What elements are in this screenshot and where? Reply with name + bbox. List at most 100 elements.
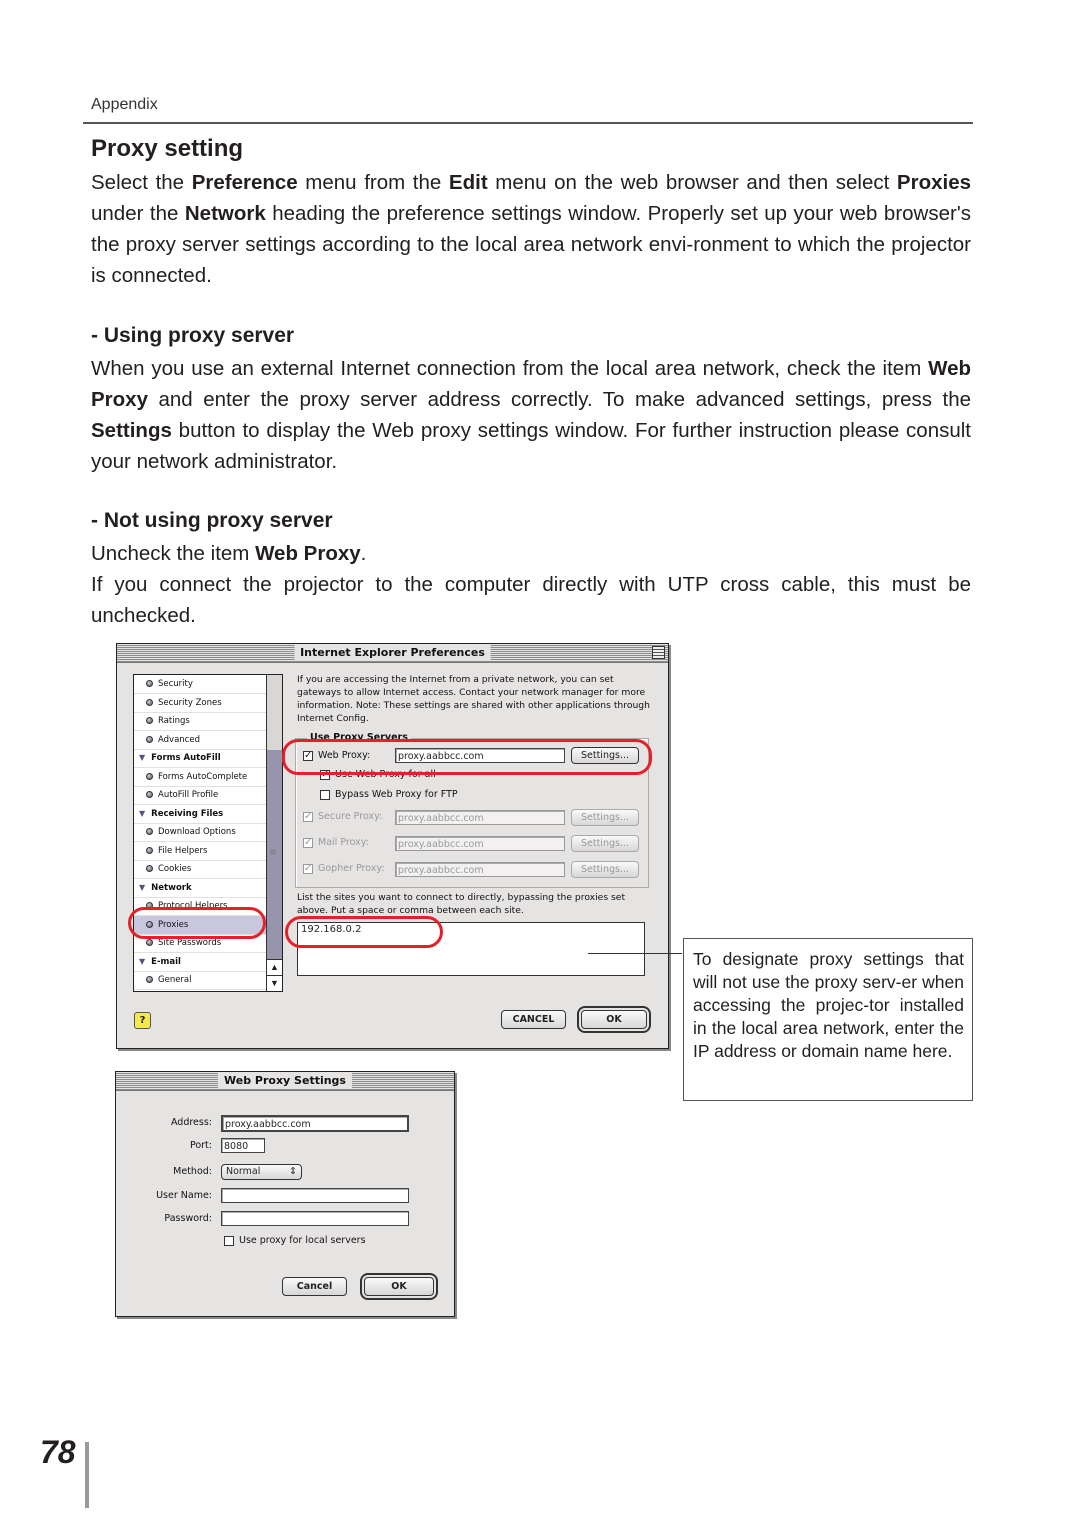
emphasis-web-proxy: Web Proxy <box>255 542 361 565</box>
emphasis-network: Network <box>184 202 266 225</box>
password-label: Password: <box>164 1213 212 1224</box>
tree-item-advanced[interactable]: Advanced <box>134 731 268 750</box>
preferences-tree: Security Security Zones Ratings Advanced ▼ Fo… <box>133 674 283 992</box>
window-title: Internet Explorer Preferences <box>294 645 491 661</box>
local-servers-checkbox[interactable] <box>224 1236 234 1246</box>
tree-item-forms-autofill[interactable]: ▼ Forms AutoFill <box>134 749 268 768</box>
mail-proxy-field[interactable]: proxy.aabbcc.com <box>395 836 565 851</box>
scroll-down-arrow-icon[interactable]: ▼ <box>267 975 282 991</box>
text: Uncheck the item <box>91 542 256 565</box>
tree-item-label: Ratings <box>158 716 190 726</box>
mail-proxy-settings-button[interactable]: Settings... <box>571 835 639 852</box>
text: menu from the <box>297 171 449 194</box>
text: When you use an external Internet connec… <box>91 357 929 380</box>
tree-item-security-zones[interactable]: Security Zones <box>134 694 268 713</box>
bypass-list-highlight-ring <box>285 916 443 948</box>
tree-item-label: Site Passwords <box>158 938 222 948</box>
secure-proxy-label: Secure Proxy: <box>318 811 383 822</box>
help-icon[interactable]: ? <box>134 1012 151 1029</box>
text: and enter the proxy server address corre… <box>147 388 971 411</box>
port-label: Port: <box>189 1140 212 1151</box>
title-bar[interactable]: Web Proxy Settings <box>116 1072 454 1091</box>
ok-button[interactable]: OK <box>577 1006 651 1033</box>
mail-proxy-checkbox[interactable]: ✓ <box>303 838 313 848</box>
disclosure-triangle-icon[interactable]: ▼ <box>139 749 145 767</box>
not-using-proxy-heading: - Not using proxy server <box>91 509 333 532</box>
tree-item-autofill-profile[interactable]: AutoFill Profile <box>134 786 268 805</box>
bullet-icon <box>146 939 153 946</box>
disclosure-triangle-icon[interactable]: ▼ <box>139 879 145 897</box>
disclosure-triangle-icon[interactable]: ▼ <box>139 805 145 823</box>
tree-item-label: Security <box>158 679 193 689</box>
tree-item-download-options[interactable]: Download Options <box>134 823 268 842</box>
tree-item-label: E-mail <box>151 956 181 967</box>
tree-item-network[interactable]: ▼ Network <box>134 879 268 898</box>
tree-item-label: Network <box>151 882 192 893</box>
address-field[interactable]: proxy.aabbcc.com <box>221 1115 409 1132</box>
port-field[interactable]: 8080 <box>221 1138 265 1153</box>
emphasis-settings: Settings <box>91 419 172 442</box>
bullet-icon <box>146 828 153 835</box>
using-proxy-heading: - Using proxy server <box>91 324 295 347</box>
zoom-box-icon[interactable] <box>652 646 665 659</box>
text: button to display the Web proxy settings… <box>91 419 971 473</box>
bullet-icon <box>146 846 153 854</box>
emphasis-edit: Edit <box>448 171 488 194</box>
tree-item-e-mail[interactable]: ▼ E-mail <box>134 953 268 972</box>
emphasis-proxies: Proxies <box>896 171 971 194</box>
tree-item-file-helpers[interactable]: File Helpers <box>134 842 268 861</box>
proxies-highlight-ring <box>128 907 266 939</box>
scroll-up-arrow-icon[interactable]: ▲ <box>267 959 282 975</box>
proxy-description: If you are accessing the Internet from a… <box>297 674 650 724</box>
tree-item-label: Security Zones <box>158 697 222 708</box>
tree-item-forms-autocomplete[interactable]: Forms AutoComplete <box>134 768 268 787</box>
tree-item-label: General <box>158 975 192 985</box>
cancel-button[interactable]: Cancel <box>282 1277 347 1296</box>
using-proxy-paragraph: When you use an external Internet connec… <box>91 353 971 477</box>
method-select[interactable]: Normal ⇕ <box>221 1164 302 1180</box>
secure-proxy-checkbox[interactable]: ✓ <box>303 812 313 822</box>
cancel-button[interactable]: CANCEL <box>501 1010 566 1029</box>
not-using-line2: If you connect the projector to the comp… <box>91 573 971 627</box>
text: menu on the web browser and then select <box>487 171 897 194</box>
secure-proxy-field[interactable]: proxy.aabbcc.com <box>395 810 565 825</box>
bypass-ftp-label: Bypass Web Proxy for FTP <box>335 789 458 800</box>
bullet-icon <box>146 791 153 798</box>
text: under the <box>91 202 185 225</box>
address-label: Address: <box>170 1117 212 1128</box>
secure-proxy-settings-button[interactable]: Settings... <box>571 809 639 826</box>
bullet-icon <box>146 698 153 706</box>
gopher-proxy-field[interactable]: proxy.aabbcc.com <box>395 862 565 877</box>
tree-item-cookies[interactable]: Cookies <box>134 860 268 879</box>
callout-leader-line <box>588 953 682 954</box>
username-field[interactable] <box>221 1188 409 1203</box>
text: Select the <box>91 171 192 194</box>
bypass-list-label: List the sites you want to connect to di… <box>297 892 626 916</box>
callout-note: To designate proxy settings that will no… <box>683 938 973 1101</box>
page-title: Proxy setting <box>91 135 244 162</box>
bullet-icon <box>146 717 153 724</box>
tree-item-security[interactable]: Security <box>134 675 268 694</box>
page-number: 78 <box>40 1434 76 1470</box>
web-proxy-highlight-ring <box>282 739 652 775</box>
bypass-ftp-checkbox[interactable] <box>320 790 330 800</box>
scrollbar-track[interactable] <box>267 675 282 750</box>
tree-item-ratings[interactable]: Ratings <box>134 712 268 731</box>
tree-item-label: Cookies <box>158 864 192 874</box>
tree-item-label: Advanced <box>158 734 200 745</box>
mail-proxy-label: Mail Proxy: <box>318 837 369 848</box>
scroll-thumb-grip-icon[interactable]: ≡ <box>269 847 277 858</box>
tree-item-general[interactable]: General <box>134 971 268 990</box>
tree-item-receiving-files[interactable]: ▼ Receiving Files <box>134 805 268 824</box>
title-bar[interactable]: Internet Explorer Preferences <box>117 644 668 663</box>
gopher-proxy-checkbox[interactable]: ✓ <box>303 864 313 874</box>
bullet-icon <box>146 680 153 687</box>
bullet-icon <box>146 735 153 743</box>
scrollbar[interactable]: ≡ ▲ ▼ <box>266 675 282 991</box>
ok-button[interactable]: OK <box>360 1273 438 1300</box>
gopher-proxy-settings-button[interactable]: Settings... <box>571 861 639 878</box>
gopher-proxy-label: Gopher Proxy: <box>318 863 385 874</box>
password-field[interactable] <box>221 1211 409 1226</box>
text: . <box>360 542 367 565</box>
disclosure-triangle-icon[interactable]: ▼ <box>139 953 145 971</box>
